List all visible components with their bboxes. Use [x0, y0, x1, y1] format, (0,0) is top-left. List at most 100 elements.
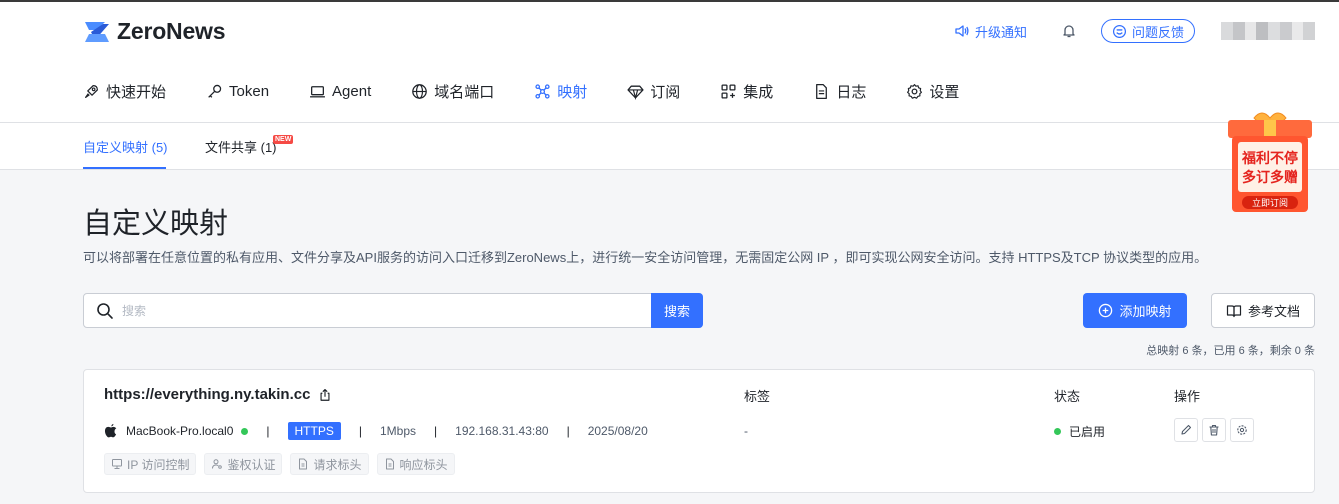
- nav-item-agent[interactable]: Agent: [309, 76, 371, 106]
- mapping-card: https://everything.ny.takin.cc 标签 状态 操作 …: [83, 369, 1315, 493]
- page-title: 自定义映射: [83, 208, 229, 240]
- nav-label: Token: [229, 82, 270, 100]
- gear-icon: [1237, 425, 1247, 435]
- promo-line2: 多订多赠: [1242, 169, 1298, 186]
- feedback-label: 问题反馈: [1131, 24, 1184, 40]
- main-nav: 快速开始 Token Agent 域名端口 映射 订阅 集成 日志 设置: [83, 76, 999, 106]
- tab-custom-mapping[interactable]: 自定义映射 (5): [83, 137, 168, 156]
- nav-item-quickstart[interactable]: 快速开始: [83, 76, 166, 106]
- status-badge: 已启用: [1054, 423, 1105, 440]
- top-bar: ZeroNews 升级通知 问题反馈 快速开始 Token Agent 域名端口…: [0, 0, 1339, 122]
- nav-label: 映射: [557, 83, 588, 101]
- sub-tabs: 自定义映射 (5) 文件共享 (1) NEW: [0, 122, 1339, 170]
- book-icon: [1226, 304, 1242, 317]
- separator: |: [358, 424, 362, 438]
- notifications-button[interactable]: [1061, 23, 1077, 39]
- nav-label: Agent: [332, 82, 372, 100]
- gift-box-icon: 福利不停 多订多赠 立即订阅: [1228, 112, 1312, 212]
- search-bar: 搜索: [83, 293, 703, 328]
- nav-label: 日志: [836, 83, 867, 101]
- ip-access-control-chip[interactable]: IP 访问控制: [104, 453, 197, 475]
- nav-item-subscribe[interactable]: 订阅: [627, 76, 680, 106]
- nav-label: 订阅: [650, 83, 681, 101]
- grid-icon: [721, 83, 736, 99]
- speaker-icon: [955, 25, 969, 37]
- top-right-actions: 升级通知 问题反馈: [954, 18, 1315, 44]
- tags-value: -: [744, 424, 748, 438]
- request-headers-chip[interactable]: 请求标头: [290, 453, 369, 475]
- search-input[interactable]: [122, 303, 622, 318]
- reference-docs-button[interactable]: 参考文档: [1211, 293, 1315, 328]
- user-key-icon: [212, 459, 223, 469]
- promo-gift-banner[interactable]: 福利不停 多订多赠 立即订阅: [1224, 108, 1316, 214]
- zeronews-logo-icon: [85, 21, 109, 42]
- settings-button[interactable]: [1230, 418, 1254, 442]
- nav-label: 域名端口: [434, 83, 495, 101]
- reference-docs-label: 参考文档: [1247, 304, 1300, 319]
- delete-button[interactable]: [1202, 418, 1226, 442]
- nav-item-integration[interactable]: 集成: [720, 76, 773, 106]
- status-text: 已启用: [1069, 425, 1106, 439]
- column-tags: 标签: [744, 389, 771, 404]
- response-headers-chip[interactable]: 响应标头: [376, 453, 455, 475]
- created-date: 2025/08/20: [587, 424, 648, 438]
- nav-item-settings[interactable]: 设置: [906, 76, 959, 106]
- column-status: 状态: [1054, 389, 1081, 404]
- upgrade-notice-link[interactable]: 升级通知: [954, 22, 1027, 41]
- mapping-feature-chips: IP 访问控制 鉴权认证 请求标头 响应标头: [104, 453, 455, 475]
- network-icon: [535, 83, 550, 99]
- separator: |: [434, 424, 438, 438]
- feedback-button[interactable]: 问题反馈: [1100, 19, 1195, 43]
- chip-label: IP 访问控制: [127, 457, 190, 472]
- protocol-badge: HTTPS: [287, 422, 341, 440]
- apple-icon: [104, 423, 117, 438]
- promo-line1: 福利不停: [1241, 150, 1298, 167]
- file-icon: [299, 458, 308, 470]
- device-name: MacBook-Pro.local0: [126, 424, 234, 438]
- smile-icon: [1112, 24, 1127, 38]
- nav-label: 设置: [929, 83, 960, 101]
- file-icon: [385, 458, 394, 470]
- tab-file-share[interactable]: 文件共享 (1): [205, 137, 277, 156]
- chip-label: 鉴权认证: [227, 457, 276, 472]
- active-tab-indicator: [83, 167, 166, 169]
- pencil-icon: [1181, 424, 1192, 435]
- user-avatar[interactable]: [1221, 22, 1315, 40]
- upgrade-label: 升级通知: [974, 24, 1027, 40]
- key-icon: [208, 84, 222, 98]
- nav-label: 快速开始: [106, 83, 167, 101]
- separator: |: [566, 424, 570, 438]
- edit-button[interactable]: [1174, 418, 1198, 442]
- rocket-icon: [85, 84, 98, 98]
- add-mapping-button[interactable]: 添加映射: [1083, 293, 1187, 328]
- promo-subscribe-button[interactable]: 立即订阅: [1252, 197, 1288, 209]
- share-icon[interactable]: [318, 388, 332, 402]
- bandwidth: 1Mbps: [379, 424, 417, 438]
- nav-item-mapping[interactable]: 映射: [534, 76, 587, 106]
- mapping-summary: 总映射 6 条，已用 6 条，剩余 0 条: [1146, 345, 1315, 357]
- plus-circle-icon: [1099, 303, 1113, 318]
- logo[interactable]: ZeroNews: [83, 18, 226, 45]
- auth-chip[interactable]: 鉴权认证: [204, 453, 283, 475]
- mapping-url[interactable]: https://everything.ny.takin.cc: [104, 386, 332, 403]
- new-badge: NEW: [273, 135, 294, 144]
- nav-item-logs[interactable]: 日志: [813, 76, 866, 106]
- trash-icon: [1209, 424, 1219, 436]
- mapping-url-text: https://everything.ny.takin.cc: [104, 386, 311, 403]
- separator: |: [266, 424, 270, 438]
- page-description: 可以将部署在任意位置的私有应用、文件分享及API服务的访问入口迁移到ZeroNe…: [83, 250, 1208, 265]
- search-icon: [97, 302, 113, 319]
- nav-label: 集成: [743, 83, 774, 101]
- monitor-icon: [112, 459, 122, 469]
- target-address: 192.168.31.43:80: [455, 424, 549, 438]
- add-mapping-label: 添加映射: [1119, 304, 1172, 319]
- app-name: ZeroNews: [117, 18, 226, 44]
- nav-item-token[interactable]: Token: [206, 76, 269, 106]
- status-dot: [1054, 428, 1061, 435]
- laptop-icon: [310, 85, 325, 97]
- nav-item-domain-port[interactable]: 域名端口: [411, 76, 494, 106]
- row-operations: [1174, 418, 1254, 442]
- gear-icon: [907, 83, 923, 99]
- search-button[interactable]: 搜索: [651, 293, 703, 328]
- diamond-icon: [627, 85, 644, 100]
